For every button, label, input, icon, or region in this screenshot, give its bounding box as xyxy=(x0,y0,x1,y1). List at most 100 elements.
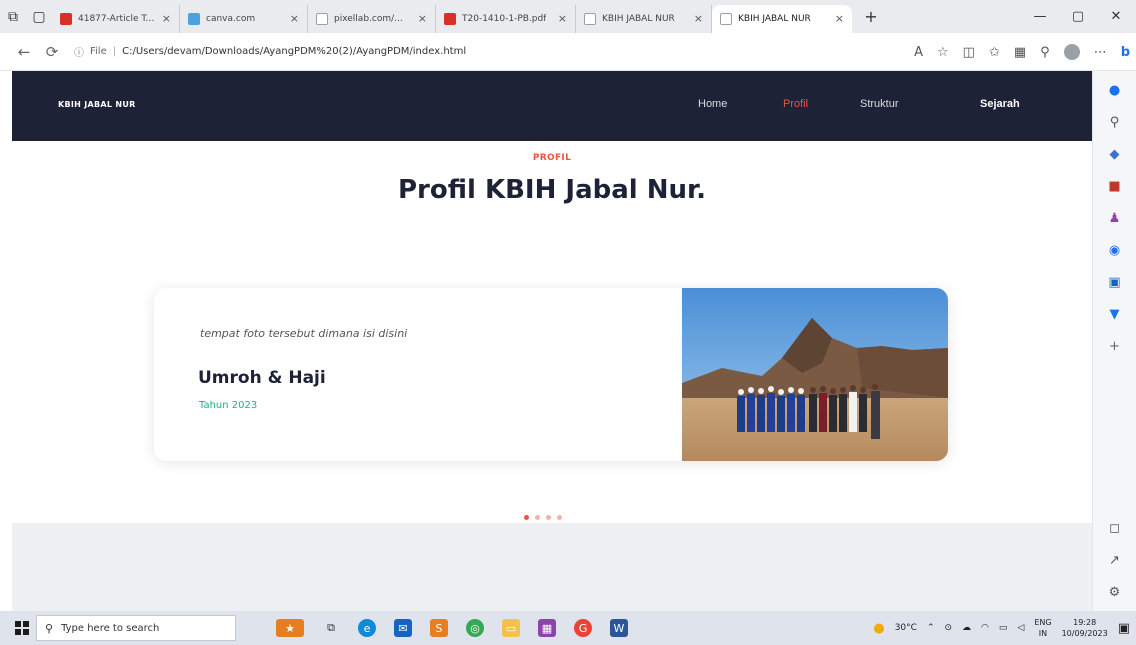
shopping-tag-icon[interactable]: ◆ xyxy=(1106,145,1124,163)
clock-date: 10/09/2023 xyxy=(1061,629,1108,638)
profile-card: tempat foto tersebut dimana isi disini U… xyxy=(154,288,948,461)
browser-tab-strip: ⧉ ▢ 41877-Article Text × canva.com × pix… xyxy=(0,0,1136,33)
battery-icon[interactable]: ▭ xyxy=(999,623,1008,633)
chrome-profile-icon[interactable]: G xyxy=(574,619,592,637)
close-tab-icon[interactable]: × xyxy=(835,12,844,25)
microsoft-365-icon[interactable]: ◉ xyxy=(1106,241,1124,259)
profile-avatar[interactable] xyxy=(1063,44,1080,60)
browser-tab[interactable]: KBIH JABAL NUR × xyxy=(576,4,712,33)
desert-group-photo-image xyxy=(682,288,948,461)
taskbar-clock[interactable]: 19:28 10/09/2023 xyxy=(1062,617,1108,639)
settings-gear-icon[interactable]: ⚙ xyxy=(1106,583,1124,601)
back-icon[interactable]: ← xyxy=(10,43,38,61)
slider-dot[interactable] xyxy=(557,515,562,520)
wifi-icon[interactable]: ◠ xyxy=(981,623,989,633)
sublime-text-icon[interactable]: S xyxy=(430,619,448,637)
tab-title: KBIH JABAL NUR xyxy=(602,13,675,24)
windows-start-icon[interactable] xyxy=(8,611,36,645)
tab-title: KBIH JABAL NUR xyxy=(738,13,811,24)
browser-tab-active[interactable]: KBIH JABAL NUR × xyxy=(712,4,852,33)
read-aloud-icon[interactable]: A xyxy=(914,45,923,60)
more-menu-icon[interactable]: ⋯ xyxy=(1094,45,1107,60)
taskbar-search-field[interactable]: ⚲ Type here to search xyxy=(36,615,236,641)
browser-tab[interactable]: canva.com × xyxy=(180,4,308,33)
slider-dot[interactable] xyxy=(535,515,540,520)
outlook-icon[interactable]: ▣ xyxy=(1106,273,1124,291)
news-widget-icon[interactable]: ★ xyxy=(276,619,304,637)
language-indicator[interactable]: ENG IN xyxy=(1034,617,1051,639)
clock-time: 19:28 xyxy=(1073,618,1097,627)
volume-icon[interactable]: ◁ xyxy=(1017,623,1024,633)
site-header: KBIH JABAL NUR Home Profil Struktur Seja… xyxy=(12,71,1092,141)
windows-taskbar: ⚲ Type here to search ★ ⧉ e ✉ S ◎ ▭ ▦ G … xyxy=(0,611,1136,645)
extensions-icon[interactable]: ⚲ xyxy=(1040,45,1050,60)
search-icon: ⚲ xyxy=(45,621,54,635)
workspaces-icon[interactable]: ⧉ xyxy=(0,4,26,30)
minimize-icon[interactable]: — xyxy=(1020,0,1060,33)
edge-browser-icon[interactable]: e xyxy=(358,619,376,637)
section-title: Profil KBIH Jabal Nur. xyxy=(397,175,707,205)
region-code: IN xyxy=(1038,629,1048,638)
search-icon[interactable]: ⚲ xyxy=(1106,113,1124,131)
tray-chevron-icon[interactable]: ⌃ xyxy=(927,623,935,633)
section-tag: PROFIL xyxy=(532,153,572,163)
weather-sun-icon[interactable]: ● xyxy=(873,621,884,636)
url-field[interactable]: ⓘ File | C:/Users/devam/Downloads/AyangP… xyxy=(74,39,774,65)
notifications-icon[interactable]: ▣ xyxy=(1118,621,1130,636)
refresh-icon[interactable]: ⟳ xyxy=(38,43,66,61)
next-section-background xyxy=(12,523,1092,611)
page-icon xyxy=(720,12,732,25)
task-view-icon[interactable]: ⧉ xyxy=(322,619,340,637)
new-tab-button[interactable]: + xyxy=(858,4,884,30)
store-icon[interactable]: ▦ xyxy=(538,619,556,637)
close-tab-icon[interactable]: × xyxy=(694,12,703,25)
nav-profil[interactable]: Profil xyxy=(783,98,808,110)
close-window-icon[interactable]: ✕ xyxy=(1096,0,1136,33)
tab-actions-icon[interactable]: ▢ xyxy=(26,4,52,30)
drop-icon[interactable]: ▼ xyxy=(1106,305,1124,323)
tab-title: canva.com xyxy=(206,13,256,24)
slider-dot-active[interactable] xyxy=(524,515,529,520)
network-icon[interactable]: ⊙ xyxy=(945,623,953,633)
split-window-icon[interactable]: ◻ xyxy=(1106,519,1124,537)
add-sidebar-app-icon[interactable]: + xyxy=(1106,337,1124,355)
info-icon[interactable]: ⓘ xyxy=(74,44,84,59)
site-logo[interactable]: KBIH JABAL NUR xyxy=(58,100,136,109)
bing-copilot-icon[interactable]: b xyxy=(1121,45,1130,60)
notification-bell-icon[interactable]: ● xyxy=(1106,81,1124,99)
tools-briefcase-icon[interactable]: ■ xyxy=(1106,177,1124,195)
browser-tab[interactable]: 41877-Article Text × xyxy=(52,4,180,33)
file-explorer-icon[interactable]: ▭ xyxy=(502,619,520,637)
nav-struktur[interactable]: Struktur xyxy=(860,98,899,110)
mail-icon[interactable]: ✉ xyxy=(394,619,412,637)
slider-dot[interactable] xyxy=(546,515,551,520)
split-screen-icon[interactable]: ◫ xyxy=(963,45,975,60)
close-tab-icon[interactable]: × xyxy=(558,12,567,25)
close-tab-icon[interactable]: × xyxy=(162,12,171,25)
close-tab-icon[interactable]: × xyxy=(418,12,427,25)
nav-sejarah[interactable]: Sejarah xyxy=(980,98,1020,110)
browser-tab[interactable]: T20-1410-1-PB.pdf × xyxy=(436,4,576,33)
favorites-icon[interactable]: ✩ xyxy=(989,45,1000,60)
browser-sidebar: ● ⚲ ◆ ■ ♟ ◉ ▣ ▼ + ◻ ↗ ⚙ xyxy=(1092,71,1136,611)
page-icon xyxy=(316,12,328,25)
external-link-icon[interactable]: ↗ xyxy=(1106,551,1124,569)
language-code: ENG xyxy=(1034,618,1052,627)
games-icon[interactable]: ♟ xyxy=(1106,209,1124,227)
slider-dots xyxy=(524,515,562,520)
chrome-icon[interactable]: ◎ xyxy=(466,619,484,637)
taskbar-apps: ★ ⧉ e ✉ S ◎ ▭ ▦ G W xyxy=(276,619,628,637)
weather-temperature[interactable]: 30°C xyxy=(895,623,917,633)
url-separator: | xyxy=(112,46,117,57)
maximize-icon[interactable]: ▢ xyxy=(1058,0,1098,33)
word-icon[interactable]: W xyxy=(610,619,628,637)
url-text: C:/Users/devam/Downloads/AyangPDM%20(2)/… xyxy=(122,46,467,57)
canva-icon xyxy=(188,12,200,25)
search-placeholder: Type here to search xyxy=(61,622,160,634)
collections-icon[interactable]: ▦ xyxy=(1014,45,1026,60)
nav-home[interactable]: Home xyxy=(698,98,727,110)
browser-tab[interactable]: pixellab.com/... × xyxy=(308,4,436,33)
onedrive-cloud-icon[interactable]: ☁ xyxy=(962,623,971,633)
close-tab-icon[interactable]: × xyxy=(290,12,299,25)
favorite-star-icon[interactable]: ☆ xyxy=(937,45,949,60)
